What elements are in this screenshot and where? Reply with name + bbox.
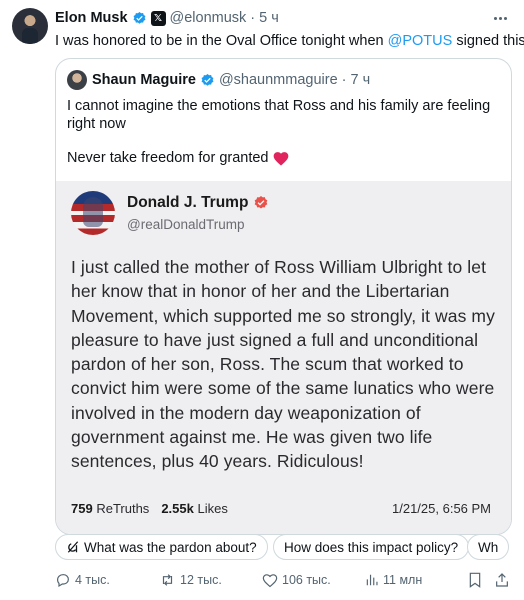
truth-author-name: Donald J. Trump <box>127 194 249 211</box>
like-icon <box>262 573 278 587</box>
verified-badge-icon <box>201 73 214 86</box>
reply-count: 4 тыс. <box>75 573 110 587</box>
quote-text-line2: Never take freedom for granted <box>67 149 289 167</box>
retruths-count: 759 <box>71 501 93 516</box>
quote-header: Shaun Maguire @shaunmmaguire · 7 ч <box>92 71 370 89</box>
quote-timestamp: 7 ч <box>350 72 371 88</box>
tweet-text: I was honored to be in the Oval Office t… <box>55 32 524 50</box>
reply-icon <box>57 574 69 588</box>
truth-body-text: I just called the mother of Ross William… <box>71 257 495 472</box>
truth-stats: 759 ReTruths 2.55k Likes <box>71 501 228 516</box>
tweet-header: Elon Musk 𝕏 @elonmusk · 5 ч <box>55 9 279 27</box>
grok-suggestion-label: What was the pardon about? <box>84 539 257 555</box>
x-affiliate-icon: 𝕏 <box>150 10 166 26</box>
quoted-tweet[interactable]: Shaun Maguire @shaunmmaguire · 7 ч I can… <box>55 58 512 535</box>
likes-count: 2.55k <box>161 501 194 516</box>
grok-suggestion-chip[interactable]: What was the pardon about? <box>55 534 268 560</box>
action-bar: 4 тыс. 12 тыс. 106 тыс. 11 млн <box>0 568 524 592</box>
quote-author-handle: @shaunmmaguire <box>218 72 338 88</box>
quote-text: I cannot imagine the emotions that Ross … <box>67 98 491 132</box>
grok-suggestion-chip[interactable]: How does this impact policy? <box>273 534 470 560</box>
grok-suggestion-label: How does this impact policy? <box>284 539 459 555</box>
bookmark-icon <box>469 572 481 588</box>
author-handle[interactable]: @elonmusk <box>170 10 247 26</box>
tweet-text-after: signed this <box>452 33 524 49</box>
share-button[interactable] <box>494 568 510 592</box>
like-count: 106 тыс. <box>282 573 331 587</box>
truth-avatar <box>71 191 115 235</box>
repost-icon <box>162 574 173 586</box>
heart-emoji-icon <box>273 151 288 165</box>
timestamp[interactable]: 5 ч <box>259 10 279 26</box>
views-icon <box>366 574 378 586</box>
verified-badge-icon <box>133 11 145 24</box>
more-icon[interactable] <box>488 8 512 28</box>
separator: · <box>250 10 256 26</box>
author-name[interactable]: Elon Musk <box>55 10 128 26</box>
truth-author-handle: @realDonaldTrump <box>127 217 245 232</box>
truth-name-row: Donald J. Trump <box>127 194 269 212</box>
separator: · <box>341 72 347 88</box>
bookmark-button[interactable] <box>468 568 482 592</box>
like-button[interactable]: 106 тыс. <box>262 568 331 592</box>
retruths-stat: 759 ReTruths <box>71 501 149 516</box>
avatar[interactable] <box>12 8 48 44</box>
quote-author-name: Shaun Maguire <box>92 72 196 88</box>
grok-suggestion-chip[interactable]: Wh <box>467 534 510 560</box>
tweet-text-before: I was honored to be in the Oval Office t… <box>55 33 388 49</box>
repost-count: 12 тыс. <box>180 573 222 587</box>
mention-link[interactable]: @POTUS <box>388 33 453 49</box>
quote-avatar[interactable] <box>67 70 87 90</box>
grok-suggestion-label: Wh <box>478 539 499 555</box>
verified-badge-icon <box>255 196 268 209</box>
tweet[interactable]: Elon Musk 𝕏 @elonmusk · 5 ч I was honore… <box>0 0 524 600</box>
share-icon <box>496 573 508 587</box>
truth-social-card[interactable]: Donald J. Trump @realDonaldTrump I just … <box>56 181 511 534</box>
views-button[interactable]: 11 млн <box>365 568 422 592</box>
likes-stat: 2.55k Likes <box>161 501 228 516</box>
reply-button[interactable]: 4 тыс. <box>55 568 110 592</box>
repost-button[interactable]: 12 тыс. <box>159 568 222 592</box>
grok-icon <box>67 541 79 553</box>
likes-label: Likes <box>197 501 228 516</box>
retruths-label: ReTruths <box>96 501 150 516</box>
grok-suggestions: What was the pardon about? How does this… <box>55 534 524 560</box>
views-count: 11 млн <box>383 573 423 587</box>
truth-date: 1/21/25, 6:56 PM <box>392 501 492 516</box>
quote-text-freedom: Never take freedom for granted <box>67 150 269 166</box>
